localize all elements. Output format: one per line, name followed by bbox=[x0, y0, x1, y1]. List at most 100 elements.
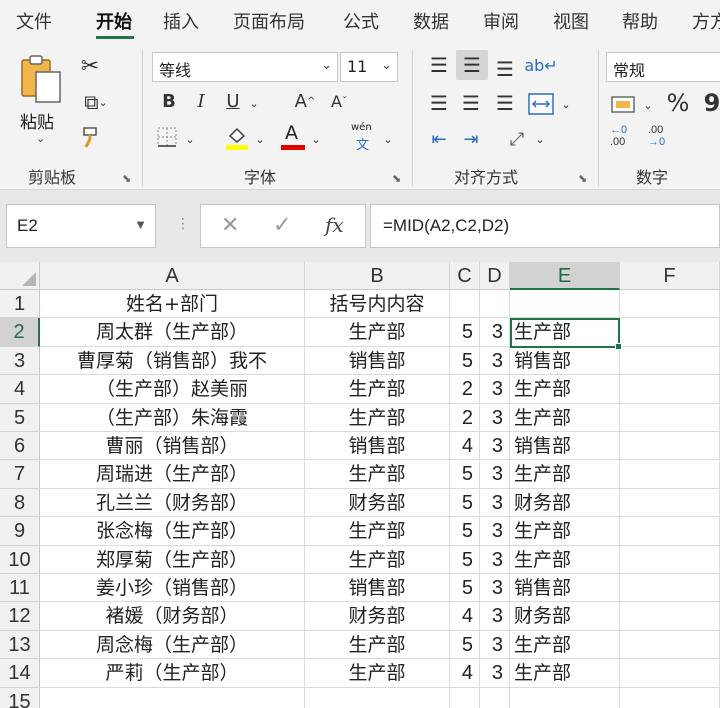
increase-decimal-button[interactable]: ←0 .00 bbox=[610, 124, 640, 154]
merge-center-icon[interactable] bbox=[528, 92, 554, 116]
cell-c[interactable]: 4 bbox=[450, 602, 480, 631]
cell-d[interactable]: 3 bbox=[480, 460, 510, 489]
grow-font-button[interactable]: A ^ bbox=[292, 88, 318, 114]
cell-e[interactable]: 财务部 bbox=[510, 602, 620, 631]
cell-c[interactable] bbox=[450, 290, 480, 319]
row-header[interactable]: 9 bbox=[0, 517, 40, 546]
row-header[interactable]: 6 bbox=[0, 432, 40, 461]
select-all-corner[interactable] bbox=[0, 262, 40, 290]
cell-c[interactable]: 5 bbox=[450, 488, 480, 518]
cell-b[interactable]: 生产部 bbox=[305, 460, 450, 489]
cell-f[interactable] bbox=[620, 517, 720, 546]
formula-input[interactable]: =MID(A2,C2,D2) bbox=[370, 204, 720, 248]
cell-d[interactable]: 3 bbox=[480, 318, 510, 347]
merge-dropdown-icon[interactable]: ⌄ bbox=[560, 92, 572, 116]
orientation-icon[interactable]: ⤢ bbox=[502, 124, 532, 154]
cell-f[interactable] bbox=[620, 460, 720, 489]
cell-e[interactable]: 财务部 bbox=[510, 488, 620, 518]
clipboard-launcher-icon[interactable]: ⬊ bbox=[122, 172, 131, 185]
cell-e[interactable]: 生产部 bbox=[510, 403, 620, 432]
cell-e[interactable]: 销售部 bbox=[510, 432, 620, 461]
increase-indent-icon[interactable]: ⇥ bbox=[456, 124, 486, 154]
cell-a[interactable]: 姜小珍（销售部） bbox=[40, 574, 305, 603]
alignment-launcher-icon[interactable]: ⬊ bbox=[578, 172, 587, 185]
comma-style-button[interactable]: 9 bbox=[702, 88, 720, 118]
row-header[interactable]: 11 bbox=[0, 574, 40, 603]
cell-b[interactable]: 生产部 bbox=[305, 375, 450, 404]
underline-button[interactable]: U bbox=[222, 88, 244, 114]
cell-f[interactable] bbox=[620, 375, 720, 404]
phonetic-dropdown-icon[interactable]: ⌄ bbox=[382, 128, 394, 150]
font-size-select[interactable]: 11 ⌄ bbox=[340, 52, 398, 82]
cell-e[interactable]: 生产部 bbox=[510, 517, 620, 546]
cell-f[interactable] bbox=[620, 659, 720, 688]
cancel-icon[interactable]: ✕ bbox=[221, 213, 239, 238]
cell-b[interactable] bbox=[305, 687, 450, 708]
cell-b[interactable]: 销售部 bbox=[305, 574, 450, 603]
cell-c[interactable]: 5 bbox=[450, 630, 480, 660]
cell-b[interactable]: 生产部 bbox=[305, 318, 450, 347]
insert-function-icon[interactable]: fx bbox=[325, 213, 344, 237]
italic-button[interactable]: I bbox=[190, 88, 212, 114]
tab-fangfang[interactable]: 方方 bbox=[692, 8, 720, 34]
row-header[interactable]: 13 bbox=[0, 630, 40, 660]
border-icon[interactable] bbox=[156, 126, 178, 148]
cell-c[interactable]: 5 bbox=[450, 545, 480, 574]
cell-e[interactable]: 销售部 bbox=[510, 346, 620, 376]
tab-formulas[interactable]: 公式 bbox=[343, 8, 379, 34]
cell-a[interactable]: （生产部）朱海霞 bbox=[40, 403, 305, 432]
cell-f[interactable] bbox=[620, 346, 720, 376]
row-header[interactable]: 12 bbox=[0, 602, 40, 631]
cell-a[interactable]: 褚媛（财务部） bbox=[40, 602, 305, 631]
cell-f[interactable] bbox=[620, 687, 720, 708]
cell-a[interactable]: 曹丽（销售部） bbox=[40, 432, 305, 461]
format-painter-icon[interactable] bbox=[78, 124, 104, 150]
cell-d[interactable] bbox=[480, 290, 510, 319]
cell-d[interactable]: 3 bbox=[480, 488, 510, 518]
font-color-button[interactable]: A bbox=[280, 122, 306, 152]
cell-c[interactable]: 5 bbox=[450, 318, 480, 347]
enter-icon[interactable]: ✓ bbox=[273, 213, 291, 238]
cell-c[interactable]: 5 bbox=[450, 460, 480, 489]
cell-b[interactable]: 销售部 bbox=[305, 432, 450, 461]
cell-a[interactable]: 周瑞进（生产部） bbox=[40, 460, 305, 489]
name-box[interactable]: E2 ▼ bbox=[6, 204, 156, 248]
row-header[interactable]: 15 bbox=[0, 687, 40, 708]
tab-file[interactable]: 文件 bbox=[16, 8, 52, 34]
cell-c[interactable]: 2 bbox=[450, 403, 480, 432]
cell-b[interactable]: 生产部 bbox=[305, 517, 450, 546]
column-header-e[interactable]: E bbox=[510, 262, 620, 290]
align-bottom-icon[interactable]: ☰ bbox=[490, 54, 520, 84]
cell-b[interactable]: 生产部 bbox=[305, 545, 450, 574]
name-box-dropdown-icon[interactable]: ▼ bbox=[134, 217, 147, 232]
cell-d[interactable]: 3 bbox=[480, 659, 510, 688]
row-header[interactable]: 14 bbox=[0, 659, 40, 688]
cell-e[interactable]: 生产部 bbox=[510, 659, 620, 688]
cell-a[interactable]: （生产部）赵美丽 bbox=[40, 375, 305, 404]
cell-b[interactable]: 财务部 bbox=[305, 602, 450, 631]
cell-d[interactable]: 3 bbox=[480, 574, 510, 603]
cell-c[interactable]: 4 bbox=[450, 659, 480, 688]
tab-insert[interactable]: 插入 bbox=[163, 8, 199, 34]
cell-f[interactable] bbox=[620, 602, 720, 631]
paste-dropdown-icon[interactable]: ⌄ bbox=[36, 132, 45, 145]
fill-color-dropdown-icon[interactable]: ⌄ bbox=[254, 128, 266, 150]
cell-a[interactable]: 曹厚菊（销售部）我不 bbox=[40, 346, 305, 376]
formula-bar-grip-icon[interactable]: ⋮ bbox=[176, 216, 190, 232]
row-header[interactable]: 10 bbox=[0, 545, 40, 574]
cell-b[interactable]: 销售部 bbox=[305, 346, 450, 376]
cell-b[interactable]: 生产部 bbox=[305, 403, 450, 432]
cell-b[interactable]: 财务部 bbox=[305, 488, 450, 518]
cell-c[interactable]: 4 bbox=[450, 432, 480, 461]
cell-d[interactable]: 3 bbox=[480, 517, 510, 546]
cell-e[interactable]: 销售部 bbox=[510, 574, 620, 603]
cell-f[interactable] bbox=[620, 574, 720, 603]
cell-a[interactable]: 姓名+部门 bbox=[40, 290, 305, 319]
border-dropdown-icon[interactable]: ⌄ bbox=[184, 128, 196, 150]
row-header[interactable]: 5 bbox=[0, 403, 40, 432]
orientation-dropdown-icon[interactable]: ⌄ bbox=[534, 126, 546, 152]
align-left-icon[interactable]: ☰ bbox=[424, 88, 454, 118]
cell-e[interactable] bbox=[510, 290, 620, 319]
cell-f[interactable] bbox=[620, 432, 720, 461]
tab-page-layout[interactable]: 页面布局 bbox=[233, 8, 305, 34]
